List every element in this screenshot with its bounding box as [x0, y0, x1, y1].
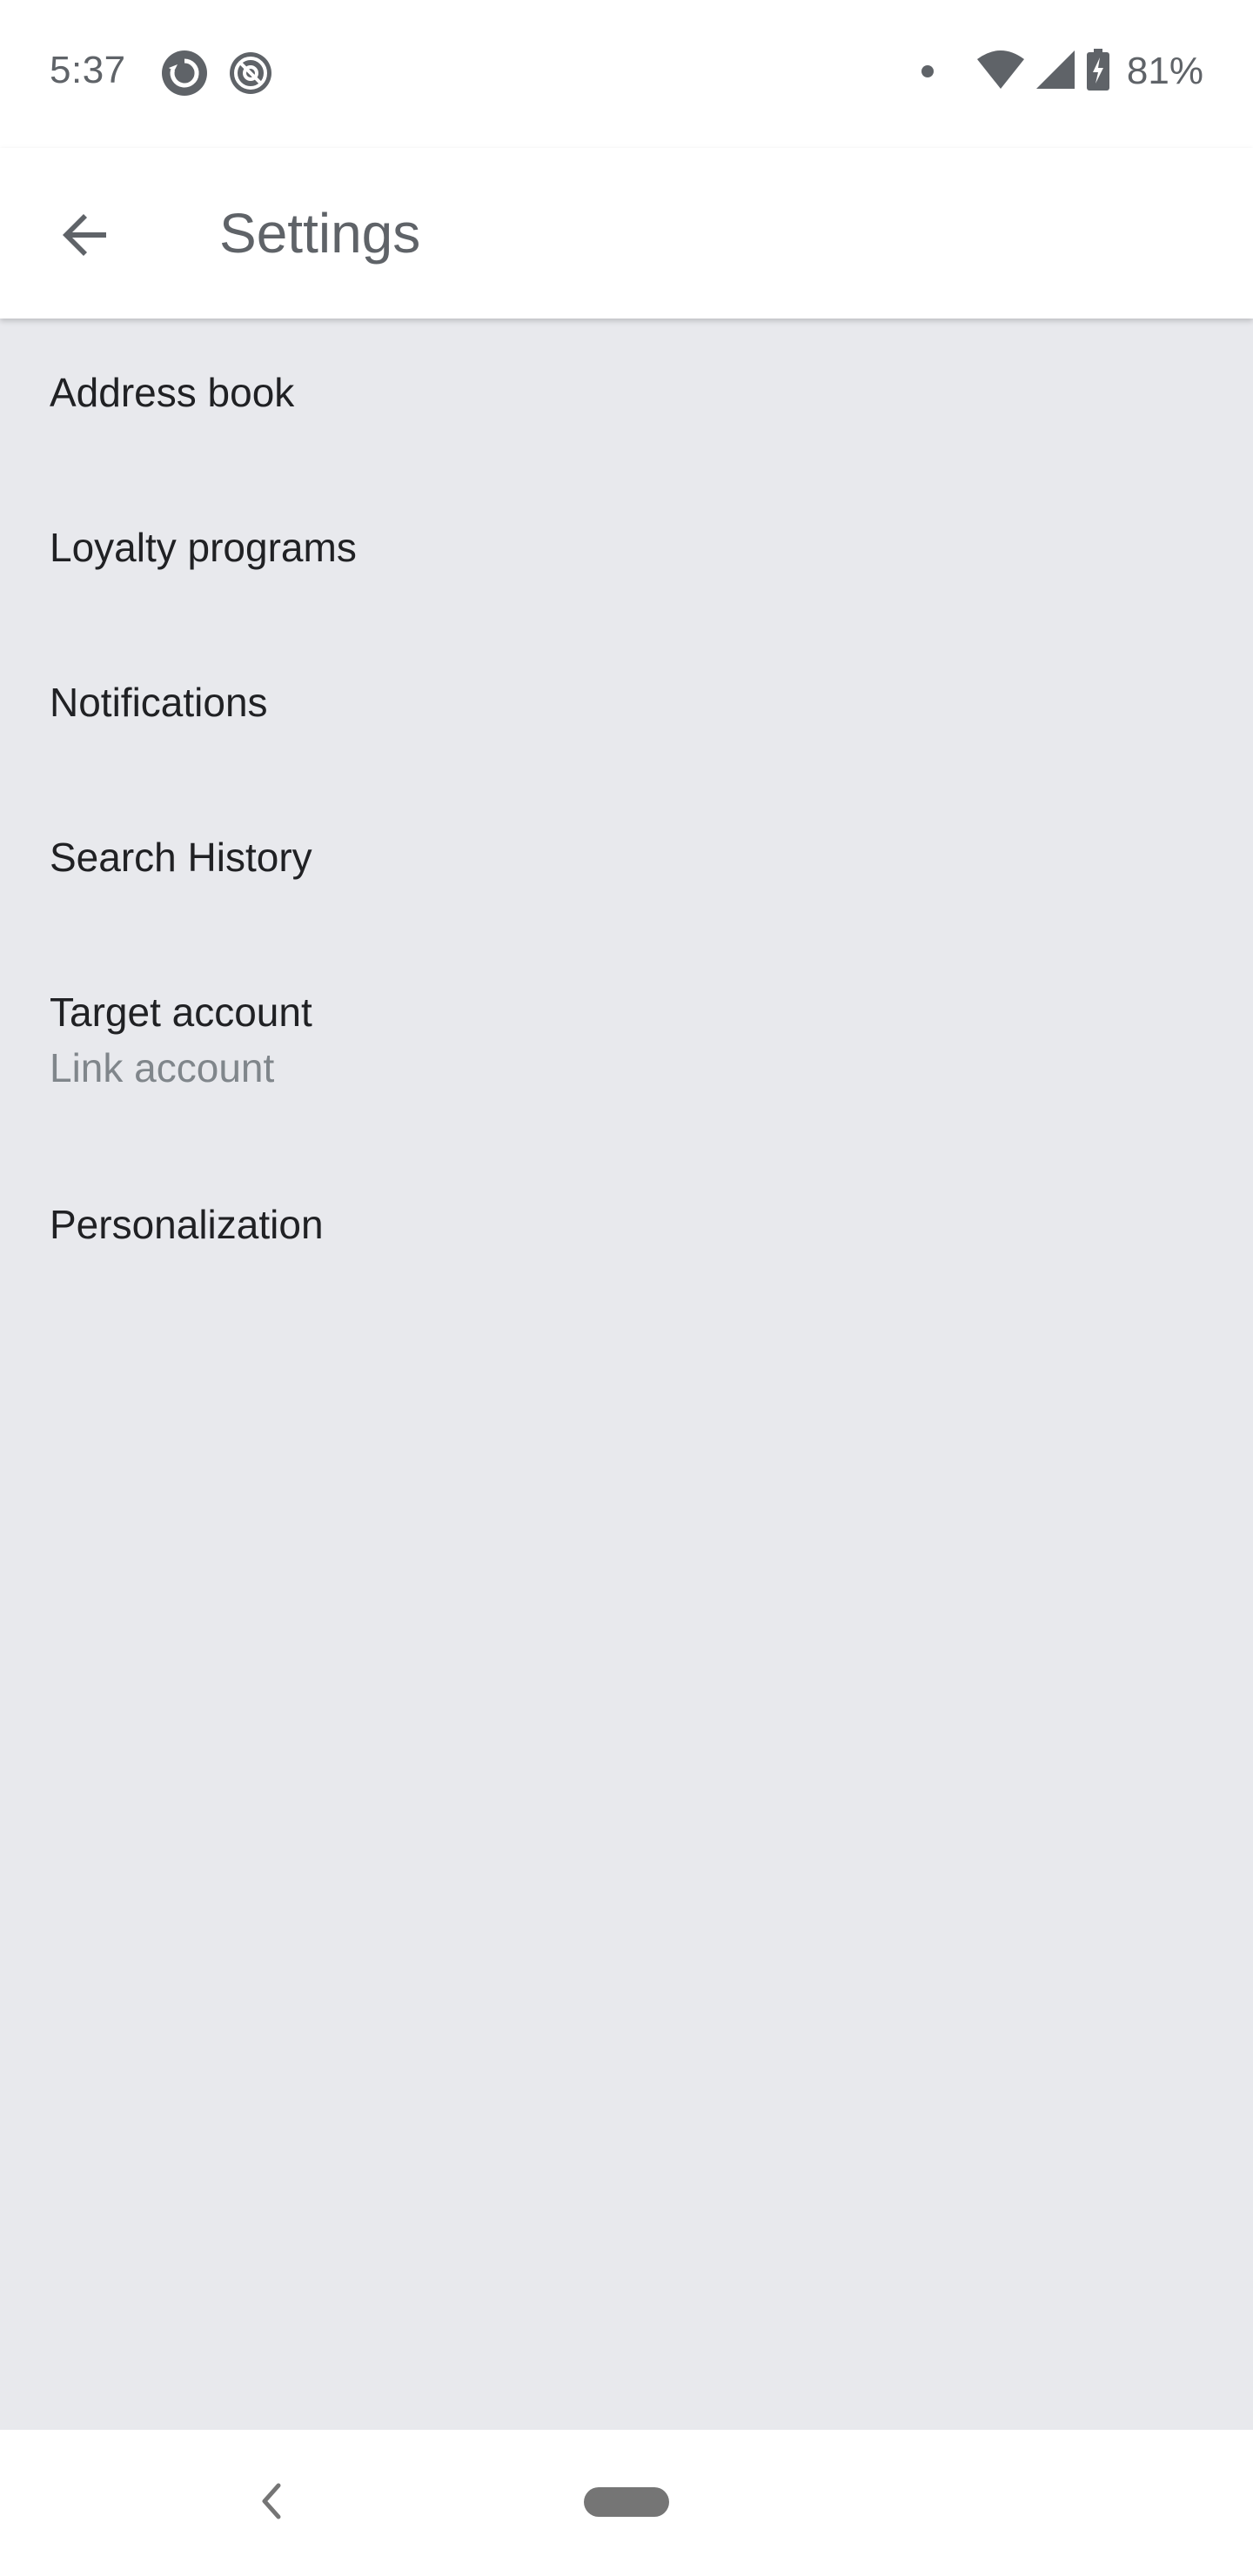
wifi-icon	[976, 50, 1024, 93]
cellular-signal-icon	[1035, 50, 1075, 93]
settings-item-label: Notifications	[50, 680, 268, 725]
system-navigation-bar	[0, 2430, 1253, 2576]
settings-item-loyalty-programs[interactable]: Loyalty programs	[0, 473, 1253, 628]
settings-item-address-book[interactable]: Address book	[0, 319, 1253, 473]
sync-circle-icon	[162, 50, 207, 96]
top-app-bar: Settings	[0, 148, 1253, 319]
back-button[interactable]	[44, 195, 127, 278]
at-sign-circle-icon	[228, 50, 273, 96]
page-title: Settings	[219, 202, 421, 265]
settings-item-label: Target account	[50, 989, 312, 1035]
status-time: 5:37	[50, 49, 126, 91]
home-pill-icon[interactable]	[584, 2487, 669, 2517]
settings-item-label: Loyalty programs	[50, 525, 357, 570]
dot-icon	[921, 65, 934, 77]
settings-screen: 5:37 81% Settings Address book Loyalty p…	[0, 0, 1253, 2576]
settings-item-search-history[interactable]: Search History	[0, 783, 1253, 938]
arrow-back-icon	[57, 207, 113, 267]
battery-percent: 81%	[1126, 50, 1203, 92]
settings-item-personalization[interactable]: Personalization	[0, 1150, 1253, 1305]
settings-item-label: Search History	[50, 835, 312, 880]
nav-back-button[interactable]	[244, 2468, 299, 2538]
chevron-left-icon	[259, 2482, 284, 2525]
status-bar: 5:37 81%	[0, 0, 1253, 148]
battery-charging-icon	[1086, 48, 1109, 95]
settings-item-label: Personalization	[50, 1202, 324, 1247]
settings-item-target-account[interactable]: Target account Link account	[0, 938, 1253, 1150]
settings-item-label: Address book	[50, 370, 295, 415]
status-indicators: 81%	[921, 47, 1203, 96]
settings-list: Address book Loyalty programs Notificati…	[0, 319, 1253, 1305]
settings-item-sublabel: Link account	[50, 1045, 275, 1090]
settings-item-notifications[interactable]: Notifications	[0, 628, 1253, 783]
